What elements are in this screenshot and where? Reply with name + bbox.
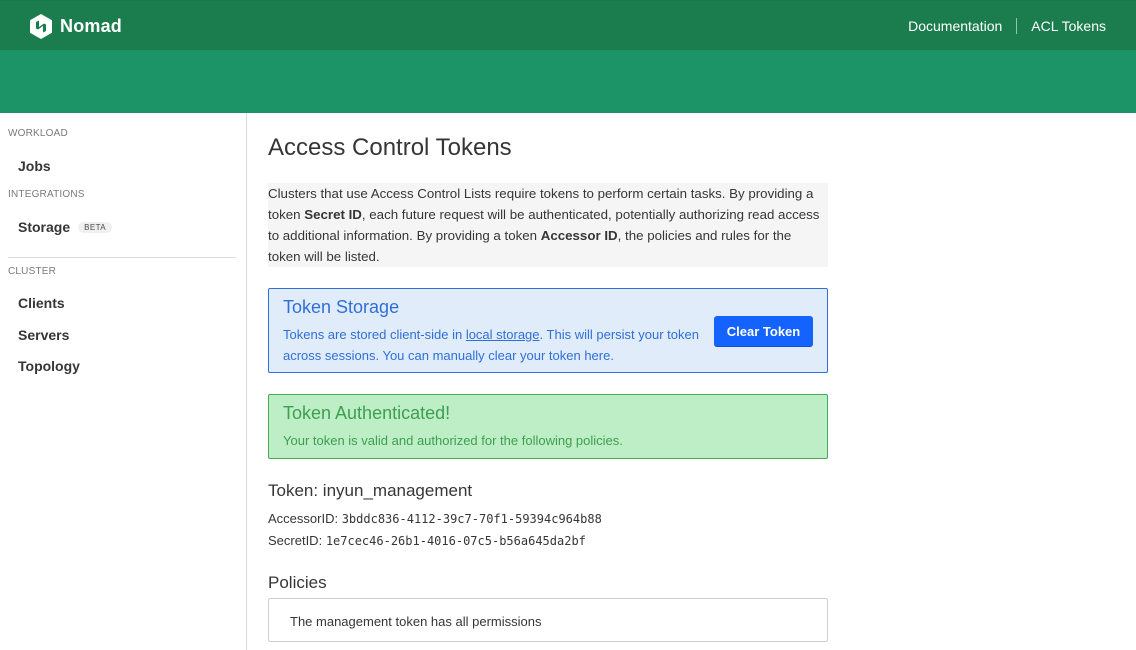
accessor-id-value: 3bddc836-4112-39c7-70f1-59394c964b88 [341, 512, 602, 526]
local-storage-link[interactable]: local storage [466, 327, 540, 342]
documentation-link[interactable]: Documentation [908, 18, 1002, 34]
nav-divider [1016, 18, 1018, 34]
section-label-workload: WORKLOAD [8, 128, 68, 139]
sidebar-item-storage[interactable]: Storage BETA [18, 219, 113, 235]
token-authenticated-body: Your token is valid and authorized for t… [283, 433, 623, 448]
secret-id-row: SecretID: 1e7cec46-26b1-4016-07c5-b56a64… [268, 533, 586, 548]
sidebar-item-servers[interactable]: Servers [18, 327, 69, 343]
token-heading: Token: inyun_management [268, 481, 473, 500]
nomad-logo-icon [30, 14, 52, 39]
policies-heading: Policies [268, 573, 327, 592]
page-title: Access Control Tokens [268, 134, 512, 161]
nomad-logo[interactable]: Nomad [30, 14, 122, 39]
accessor-id-label: AccessorID: [268, 511, 339, 526]
sidebar-divider [8, 257, 236, 258]
section-label-cluster: CLUSTER [8, 266, 57, 277]
sidebar-item-topology[interactable]: Topology [18, 358, 80, 374]
token-authenticated-title: Token Authenticated! [283, 403, 451, 423]
app-name: Nomad [60, 16, 123, 36]
policy-card: The management token has all permissions [268, 598, 828, 642]
token-storage-body: Tokens are stored client-side in local s… [283, 327, 699, 363]
token-authenticated-box: Token Authenticated! Your token is valid… [268, 394, 828, 459]
secret-id-label: SecretID: [268, 533, 323, 548]
policy-description: The management token has all permissions [290, 614, 542, 629]
top-nav-bar: Nomad Documentation ACL Tokens [0, 0, 1136, 50]
acl-tokens-link[interactable]: ACL Tokens [1031, 18, 1106, 34]
sidebar-item-jobs[interactable]: Jobs [18, 158, 51, 174]
accessor-id-row: AccessorID: 3bddc836-4112-39c7-70f1-5939… [268, 511, 602, 526]
clear-token-button[interactable]: Clear Token [714, 316, 813, 347]
sidebar: WORKLOAD Jobs INTEGRATIONS Storage BETA C… [0, 113, 247, 650]
secret-id-value: 1e7cec46-26b1-4016-07c5-b56a645da2bf [325, 534, 586, 548]
top-nav-links: Documentation ACL Tokens [908, 18, 1106, 34]
sub-header-bar [0, 50, 1136, 113]
intro-text: Clusters that use Access Control Lists r… [268, 183, 828, 267]
token-storage-title: Token Storage [283, 297, 400, 317]
beta-badge: BETA [78, 222, 113, 233]
section-label-integrations: INTEGRATIONS [8, 189, 85, 200]
token-storage-box: Token Storage Tokens are stored client-s… [268, 288, 828, 373]
sidebar-item-clients[interactable]: Clients [18, 295, 65, 311]
sidebar-item-storage-label: Storage [18, 219, 71, 235]
